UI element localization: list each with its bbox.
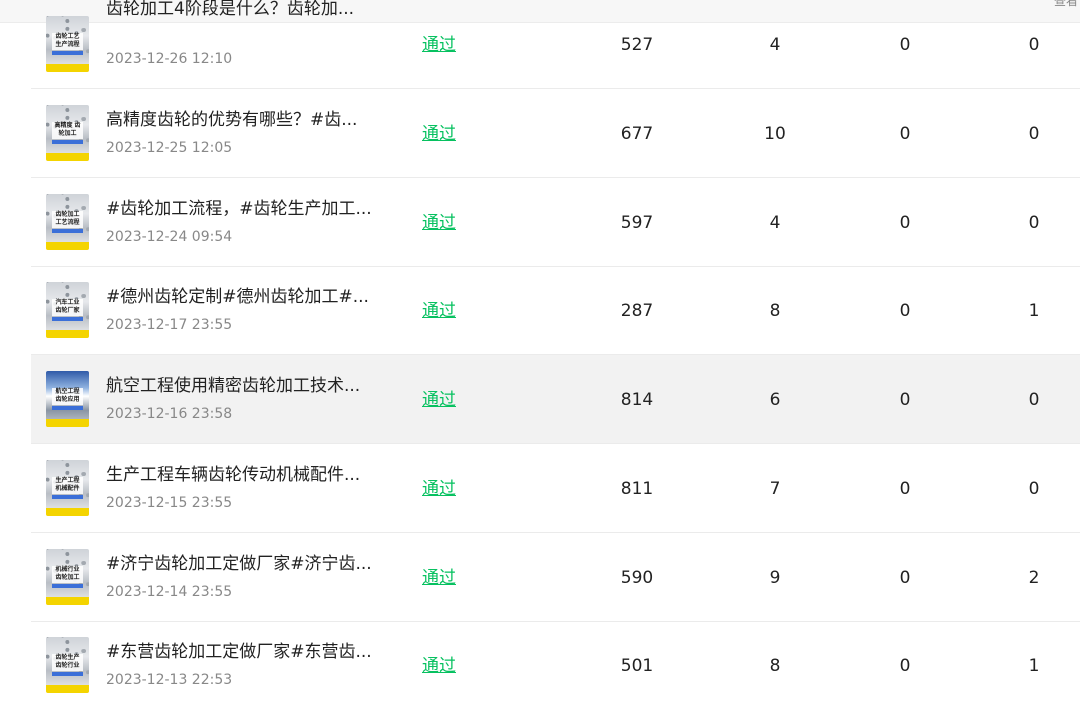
post-date: 2023-12-25 12:05 — [106, 140, 233, 156]
post-date: 2023-12-17 23:55 — [106, 317, 233, 333]
shares-count: 1 — [1028, 656, 1040, 676]
post-date: 2023-12-15 23:55 — [106, 495, 233, 511]
views-count: 677 — [620, 124, 654, 144]
comments-count: 0 — [899, 124, 911, 144]
thumbnail[interactable]: 齿轮生产 齿轮行业 — [46, 637, 89, 693]
thumbnail[interactable]: 汽车工业 齿轮厂家 — [46, 282, 89, 338]
thumbnail[interactable]: 齿轮工艺 生产流程 — [46, 16, 89, 72]
shares-count: 0 — [1028, 124, 1040, 144]
likes-count: 8 — [769, 656, 781, 676]
post-date: 2023-12-16 23:58 — [106, 406, 233, 422]
views-count: 590 — [620, 568, 654, 588]
post-date: 2023-12-13 22:53 — [106, 672, 233, 688]
likes-count: 6 — [769, 390, 781, 410]
post-title[interactable]: #德州齿轮定制#德州齿轮加工#... — [106, 286, 396, 308]
views-count: 811 — [620, 479, 654, 499]
table-row[interactable]: 齿轮加工 工艺流程 #齿轮加工流程，#齿轮生产加工... 2023-12-24 … — [31, 178, 1080, 267]
thumbnail-caption: 航空工程 齿轮应用 — [52, 388, 83, 405]
status-link[interactable]: 通过 — [422, 123, 456, 145]
status-link[interactable]: 通过 — [422, 567, 456, 589]
post-date: 2023-12-26 12:10 — [106, 51, 233, 67]
views-count: 527 — [620, 35, 654, 55]
shares-count: 2 — [1028, 568, 1040, 588]
shares-count: 0 — [1028, 213, 1040, 233]
status-link[interactable]: 通过 — [422, 212, 456, 234]
views-count: 597 — [620, 213, 654, 233]
post-title[interactable]: #东营齿轮加工定做厂家#东营齿... — [106, 641, 396, 663]
table-row[interactable]: 齿轮生产 齿轮行业 #东营齿轮加工定做厂家#东营齿... 2023-12-13 … — [31, 621, 1080, 710]
status-link[interactable]: 通过 — [422, 478, 456, 500]
likes-count: 4 — [769, 35, 781, 55]
thumbnail-caption: 机械行业 齿轮加工 — [52, 566, 83, 583]
comments-count: 0 — [899, 35, 911, 55]
likes-count: 7 — [769, 479, 781, 499]
post-title[interactable]: 齿轮加工4阶段是什么？齿轮加... — [106, 0, 396, 20]
table-row[interactable]: 航空工程 齿轮应用 航空工程使用精密齿轮加工技术... 2023-12-16 2… — [31, 355, 1080, 444]
post-date: 2023-12-24 09:54 — [106, 229, 233, 245]
comments-count: 0 — [899, 568, 911, 588]
table-row[interactable]: 机械行业 齿轮加工 #济宁齿轮加工定做厂家#济宁齿... 2023-12-14 … — [31, 533, 1080, 622]
thumbnail-caption: 生产工程 机械配件 — [52, 477, 83, 494]
post-title[interactable]: 生产工程车辆齿轮传动机械配件... — [106, 464, 396, 486]
table-row[interactable]: 汽车工业 齿轮厂家 #德州齿轮定制#德州齿轮加工#... 2023-12-17 … — [31, 266, 1080, 355]
comments-count: 0 — [899, 390, 911, 410]
views-count: 501 — [620, 656, 654, 676]
thumbnail-caption: 高精度 齿轮加工 — [52, 122, 83, 139]
post-title[interactable]: #齿轮加工流程，#齿轮生产加工... — [106, 198, 396, 220]
post-title[interactable]: 高精度齿轮的优势有哪些？#齿... — [106, 109, 396, 131]
likes-count: 8 — [769, 301, 781, 321]
table-row[interactable]: 高精度 齿轮加工 高精度齿轮的优势有哪些？#齿... 2023-12-25 12… — [31, 89, 1080, 178]
thumbnail-caption: 齿轮生产 齿轮行业 — [52, 654, 83, 671]
thumbnail[interactable]: 机械行业 齿轮加工 — [46, 549, 89, 605]
comments-count: 0 — [899, 479, 911, 499]
views-count: 287 — [620, 301, 654, 321]
likes-count: 9 — [769, 568, 781, 588]
status-link[interactable]: 通过 — [422, 655, 456, 677]
comments-count: 0 — [899, 301, 911, 321]
table-row[interactable]: 齿轮工艺 生产流程 齿轮加工4阶段是什么？齿轮加... 2023-12-26 1… — [31, 0, 1080, 89]
thumbnail-caption: 汽车工业 齿轮厂家 — [52, 299, 83, 316]
post-date: 2023-12-14 23:55 — [106, 584, 233, 600]
post-title[interactable]: 航空工程使用精密齿轮加工技术... — [106, 375, 396, 397]
thumbnail[interactable]: 航空工程 齿轮应用 — [46, 371, 89, 427]
shares-count: 1 — [1028, 301, 1040, 321]
comments-count: 0 — [899, 213, 911, 233]
thumbnail[interactable]: 生产工程 机械配件 — [46, 460, 89, 516]
likes-count: 4 — [769, 213, 781, 233]
status-link[interactable]: 通过 — [422, 34, 456, 56]
views-count: 814 — [620, 390, 654, 410]
thumbnail[interactable]: 高精度 齿轮加工 — [46, 105, 89, 161]
thumbnail-caption: 齿轮工艺 生产流程 — [52, 33, 83, 50]
likes-count: 10 — [764, 124, 786, 144]
shares-count: 0 — [1028, 390, 1040, 410]
post-title[interactable]: #济宁齿轮加工定做厂家#济宁齿... — [106, 553, 396, 575]
shares-count: 0 — [1028, 479, 1040, 499]
shares-count: 0 — [1028, 35, 1040, 55]
thumbnail[interactable]: 齿轮加工 工艺流程 — [46, 194, 89, 250]
thumbnail-caption: 齿轮加工 工艺流程 — [52, 211, 83, 228]
comments-count: 0 — [899, 656, 911, 676]
status-link[interactable]: 通过 — [422, 300, 456, 322]
table-row[interactable]: 生产工程 机械配件 生产工程车辆齿轮传动机械配件... 2023-12-15 2… — [31, 444, 1080, 533]
status-link[interactable]: 通过 — [422, 389, 456, 411]
